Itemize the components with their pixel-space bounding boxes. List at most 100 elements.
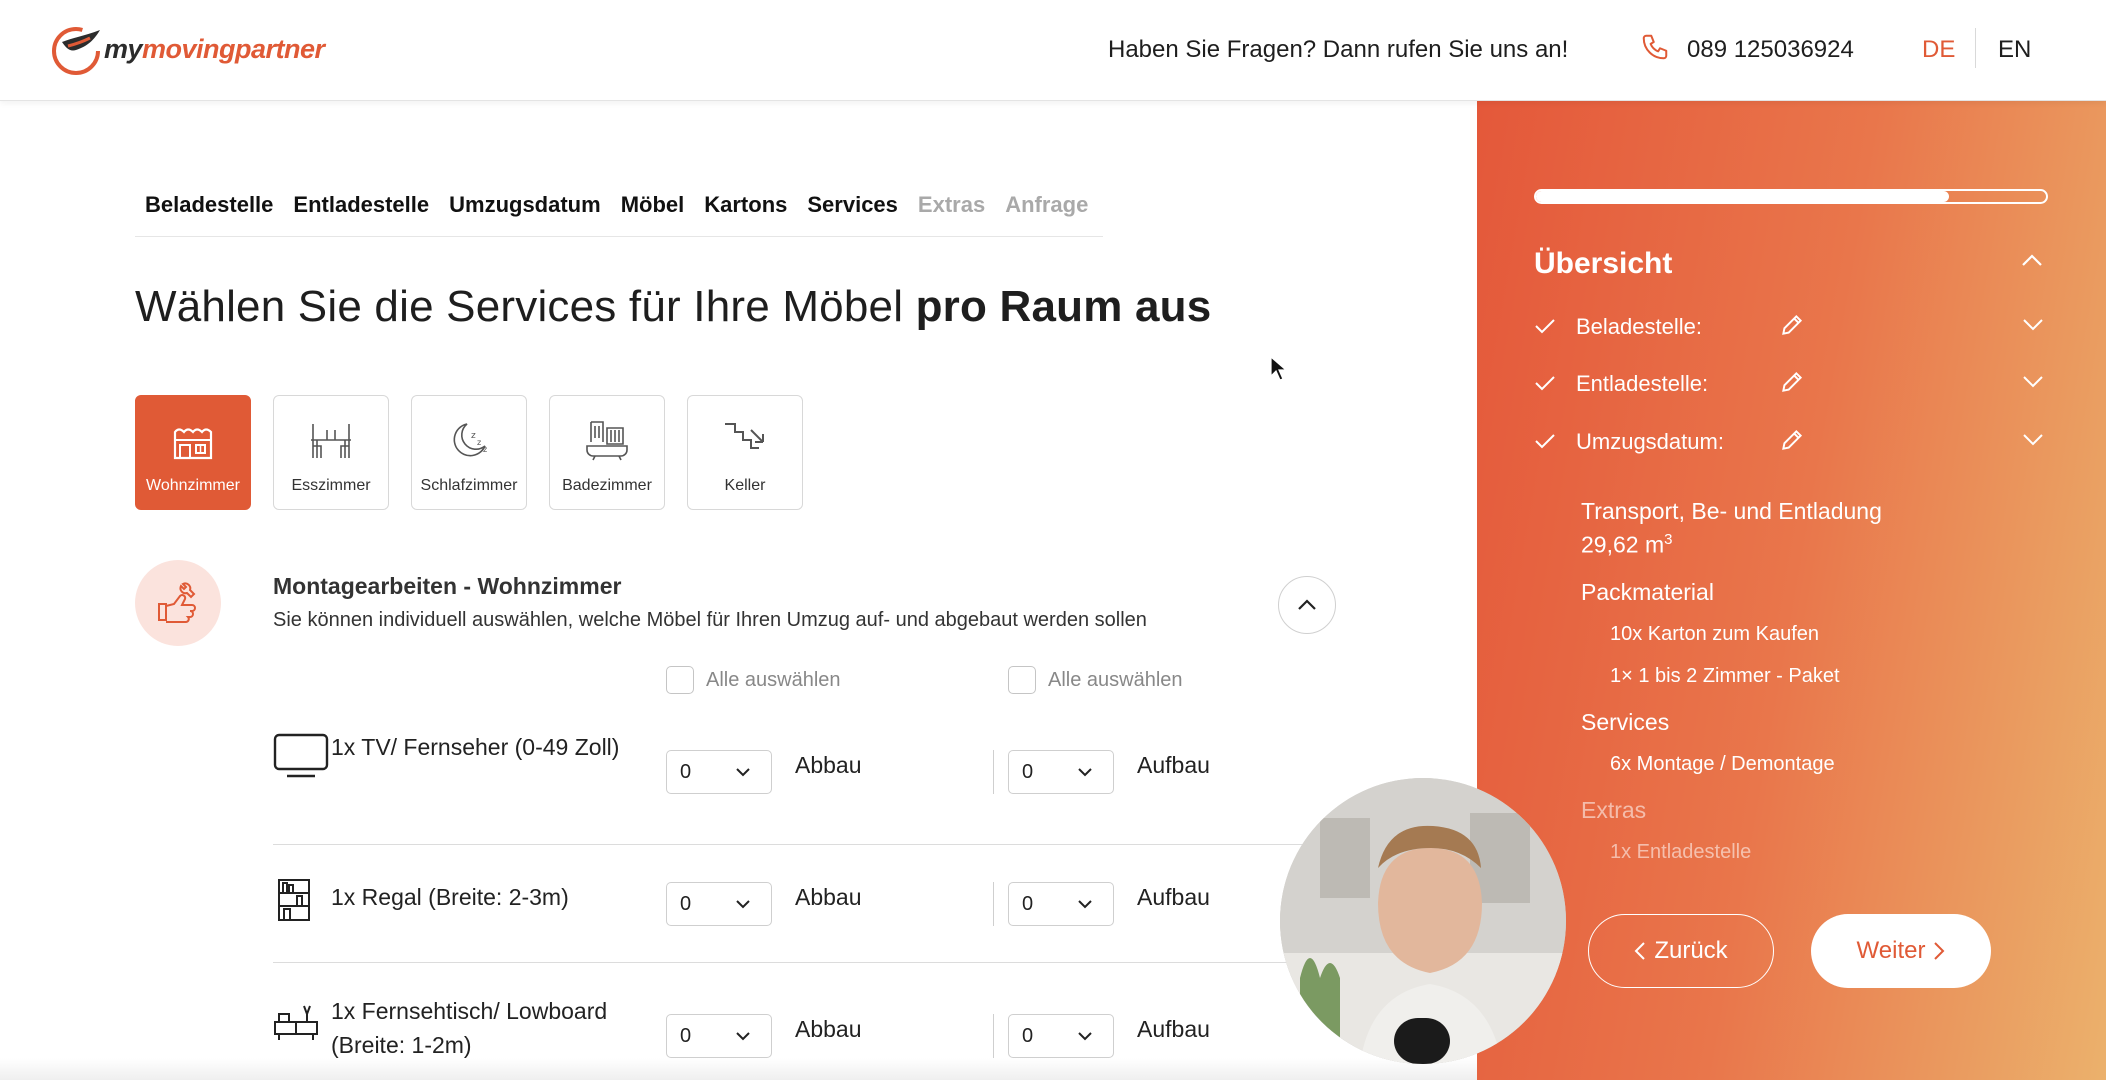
phone-number-link[interactable]: 089 125036924 [1687, 36, 1854, 64]
overview-row-entladestelle[interactable]: Entladestelle: [1534, 365, 2064, 405]
extras-item: 1x Entladestelle [1610, 841, 1752, 863]
logo-text: mymovingpartner [104, 33, 325, 64]
language-de-link[interactable]: DE [1922, 36, 1955, 64]
row-divider [273, 962, 1303, 963]
step-services[interactable]: Services [807, 184, 898, 236]
back-button[interactable]: Zurück [1588, 914, 1774, 988]
next-button-label: Weiter [1856, 937, 1926, 964]
room-tile-esszimmer[interactable]: Esszimmer [273, 395, 389, 510]
dining-room-icon [307, 416, 355, 469]
svg-text:z: z [483, 445, 487, 454]
overview-row-umzugsdatum[interactable]: Umzugsdatum: [1534, 423, 2064, 463]
services-title: Services [1581, 709, 1670, 735]
item-label: 1x Regal (Breite: 2-3m) [331, 884, 569, 910]
step-beladestelle[interactable]: Beladestelle [145, 184, 273, 236]
logo[interactable]: mymovingpartner [50, 20, 325, 78]
step-kartons[interactable]: Kartons [704, 184, 787, 236]
room-tile-wohnzimmer[interactable]: Wohnzimmer [135, 395, 251, 510]
chevron-down-icon[interactable] [2022, 375, 2044, 394]
extras-title: Extras [1581, 797, 1647, 823]
chevron-down-icon [1078, 900, 1092, 909]
pencil-icon[interactable] [1779, 312, 1805, 343]
aufbau-quantity-select[interactable]: 0 [1008, 1014, 1114, 1058]
phone-icon [1640, 32, 1670, 62]
language-divider [1975, 28, 1976, 68]
chevron-down-icon[interactable] [2022, 318, 2044, 337]
column-divider [993, 1014, 994, 1058]
abbau-quantity-select[interactable]: 0 [666, 882, 772, 926]
aufbau-quantity-select[interactable]: 0 [1008, 882, 1114, 926]
room-label: Esszimmer [291, 477, 371, 494]
select-value: 0 [680, 1025, 692, 1047]
room-label: Badezimmer [562, 477, 652, 494]
furniture-row: 1x TV/ Fernseher (0-49 Zoll) 0 Abbau 0 A… [273, 730, 1303, 840]
services-item: 6x Montage / Demontage [1610, 753, 1835, 775]
chevron-down-icon [736, 1032, 750, 1041]
collapse-section-button[interactable] [1278, 576, 1336, 634]
step-entladestelle[interactable]: Entladestelle [293, 184, 429, 236]
select-value: 0 [680, 893, 692, 915]
room-tile-badezimmer[interactable]: Badezimmer [549, 395, 665, 510]
lowboard-icon [273, 1000, 319, 1049]
abbau-quantity-select[interactable]: 0 [666, 1014, 772, 1058]
packmaterial-item: 10x Karton zum Kaufen [1610, 623, 1820, 645]
check-icon [1534, 375, 1556, 396]
overview-row-label: Beladestelle: [1576, 314, 1702, 339]
progress-bar [1534, 189, 2048, 204]
next-button[interactable]: Weiter [1811, 914, 1991, 988]
tv-icon [273, 733, 329, 784]
room-label: Schlafzimmer [420, 477, 518, 494]
item-label: 1x TV/ Fernseher (0-49 Zoll) [331, 734, 620, 760]
pencil-icon[interactable] [1779, 369, 1805, 400]
checkbox-box[interactable] [1008, 666, 1036, 694]
overview-row-beladestelle[interactable]: Beladestelle: [1534, 308, 2064, 348]
row-divider [273, 844, 1303, 845]
progress-fill [1536, 191, 1950, 202]
section-title: Montagearbeiten - Wohnzimmer [273, 573, 622, 599]
step-umzugsdatum[interactable]: Umzugsdatum [449, 184, 601, 236]
check-icon [1534, 318, 1556, 339]
room-tile-keller[interactable]: Keller [687, 395, 803, 510]
chevron-down-icon [736, 768, 750, 777]
assembly-section-icon [135, 560, 221, 646]
overview-title: Übersicht [1534, 247, 1673, 280]
language-en-link[interactable]: EN [1998, 36, 2031, 64]
overview-sidebar: Übersicht Beladestelle: Entladestelle: U… [1477, 101, 2106, 1080]
section-description: Sie können individuell auswählen, welche… [273, 609, 1147, 631]
column-divider [993, 750, 994, 794]
chevron-down-icon [1078, 1032, 1092, 1041]
abbau-quantity-select[interactable]: 0 [666, 750, 772, 794]
step-anfrage: Anfrage [1005, 192, 1089, 217]
select-all-abbau-checkbox[interactable]: Alle auswählen [666, 666, 841, 694]
step-extras: Extras [917, 192, 986, 217]
chevron-up-icon[interactable] [2021, 253, 2043, 272]
logo-mark-icon [50, 20, 110, 78]
room-label: Wohnzimmer [146, 477, 240, 494]
chevron-up-icon [1298, 599, 1316, 610]
bathroom-icon [583, 416, 631, 469]
chevron-left-icon [1634, 942, 1646, 960]
select-all-aufbau-checkbox[interactable]: Alle auswählen [1008, 666, 1183, 694]
column-divider [993, 882, 994, 926]
webcam-video-overlay [1280, 778, 1566, 1064]
scroll-fade [0, 1058, 1477, 1080]
contact-question: Haben Sie Fragen? Dann rufen Sie uns an! [1108, 36, 1569, 63]
abbau-label: Abbau [795, 752, 862, 778]
aufbau-label: Aufbau [1137, 884, 1210, 910]
step-navigation: Beladestelle Entladestelle Umzugsdatum M… [135, 184, 1103, 237]
room-tile-schlafzimmer[interactable]: zzz Schlafzimmer [411, 395, 527, 510]
transport-title: Transport, Be- und Entladung [1581, 498, 1882, 524]
chevron-down-icon [1078, 768, 1092, 777]
room-label: Keller [724, 477, 766, 494]
living-room-icon [169, 416, 217, 469]
chevron-down-icon[interactable] [2022, 433, 2044, 452]
aufbau-quantity-select[interactable]: 0 [1008, 750, 1114, 794]
item-label: 1x Fernsehtisch/ Lowboard (Breite: 1-2m) [331, 998, 608, 1058]
pencil-icon[interactable] [1779, 427, 1805, 458]
overview-row-label: Umzugsdatum: [1576, 429, 1724, 454]
page-title: Wählen Sie die Services für Ihre Möbel p… [135, 282, 1212, 331]
stairs-icon [721, 416, 769, 469]
overview-row-label: Entladestelle: [1576, 371, 1709, 396]
checkbox-box[interactable] [666, 666, 694, 694]
step-moebel[interactable]: Möbel [621, 184, 685, 236]
